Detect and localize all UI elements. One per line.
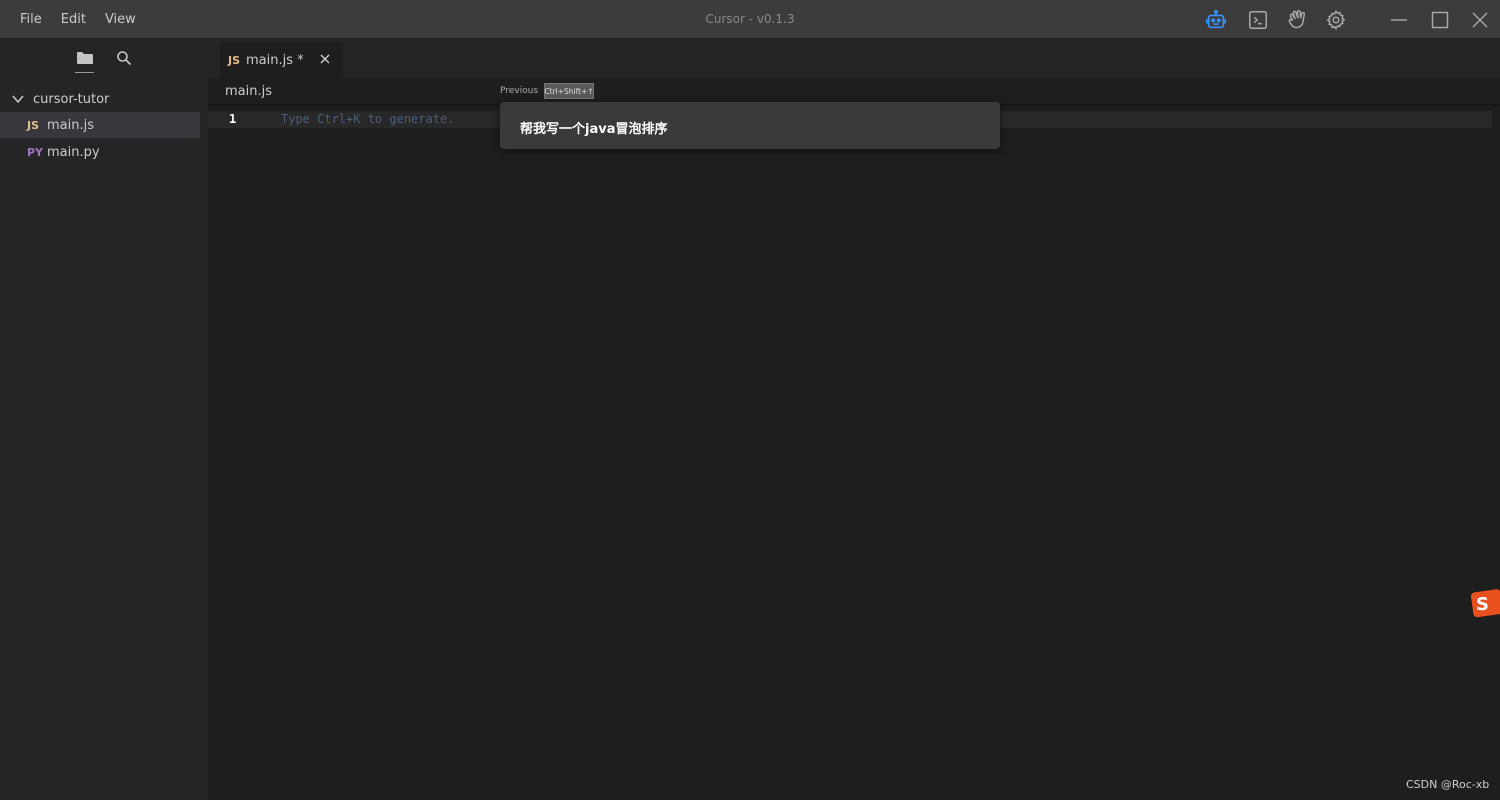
previous-label[interactable]: Previous xyxy=(500,86,538,96)
menu-view[interactable]: View xyxy=(105,12,136,27)
tab-bar: JS main.js * xyxy=(208,38,1500,78)
hand-wave-icon[interactable] xyxy=(1286,9,1308,31)
terminal-icon[interactable] xyxy=(1247,9,1269,31)
chevron-down-icon xyxy=(11,91,27,107)
breadcrumb[interactable]: main.js xyxy=(225,84,272,99)
file-item-main-js[interactable]: JS main.js xyxy=(0,112,200,138)
file-name: main.js xyxy=(47,117,94,133)
close-window-icon[interactable] xyxy=(1469,9,1491,31)
minimize-icon[interactable] xyxy=(1388,9,1410,31)
robot-icon[interactable] xyxy=(1205,9,1227,31)
shortcut-badge: Ctrl+Shift+↑ xyxy=(544,83,594,99)
folder-cursor-tutor[interactable]: cursor-tutor xyxy=(0,88,208,110)
file-item-main-py[interactable]: PY main.py xyxy=(0,139,200,165)
gear-icon[interactable] xyxy=(1325,9,1347,31)
tab-main-js[interactable]: JS main.js * xyxy=(220,42,343,78)
sogou-ime-icon[interactable]: S xyxy=(1470,588,1500,618)
watermark: CSDN @Roc-xb xyxy=(1406,778,1490,791)
active-tab-indicator xyxy=(75,72,94,73)
maximize-icon[interactable] xyxy=(1429,9,1451,31)
search-icon[interactable] xyxy=(114,48,134,68)
editor[interactable]: main.js 1 Type Ctrl+K to generate. xyxy=(208,78,1500,800)
title-bar: File Edit View Cursor - v0.1.3 xyxy=(0,0,1500,38)
prompt-input[interactable]: 帮我写一个java冒泡排序 xyxy=(500,102,1000,149)
js-file-icon: JS xyxy=(27,118,40,132)
menu-file[interactable]: File xyxy=(20,12,42,27)
svg-text:S: S xyxy=(1476,594,1489,615)
js-file-icon: JS xyxy=(228,53,241,67)
folder-icon[interactable] xyxy=(75,48,95,68)
window-title: Cursor - v0.1.3 xyxy=(705,12,795,26)
sidebar: cursor-tutor JS main.js PY main.py xyxy=(0,38,208,800)
menu-edit[interactable]: Edit xyxy=(61,12,86,27)
prompt-text[interactable]: 帮我写一个java冒泡排序 xyxy=(520,118,667,137)
tab-label: main.js * xyxy=(246,52,304,68)
py-file-icon: PY xyxy=(27,145,44,159)
folder-name: cursor-tutor xyxy=(33,91,110,107)
line-number: 1 xyxy=(229,112,237,126)
editor-placeholder[interactable]: Type Ctrl+K to generate. xyxy=(281,112,454,126)
menu-bar: File Edit View xyxy=(20,0,136,38)
close-icon[interactable] xyxy=(317,51,333,67)
file-name: main.py xyxy=(47,144,100,160)
